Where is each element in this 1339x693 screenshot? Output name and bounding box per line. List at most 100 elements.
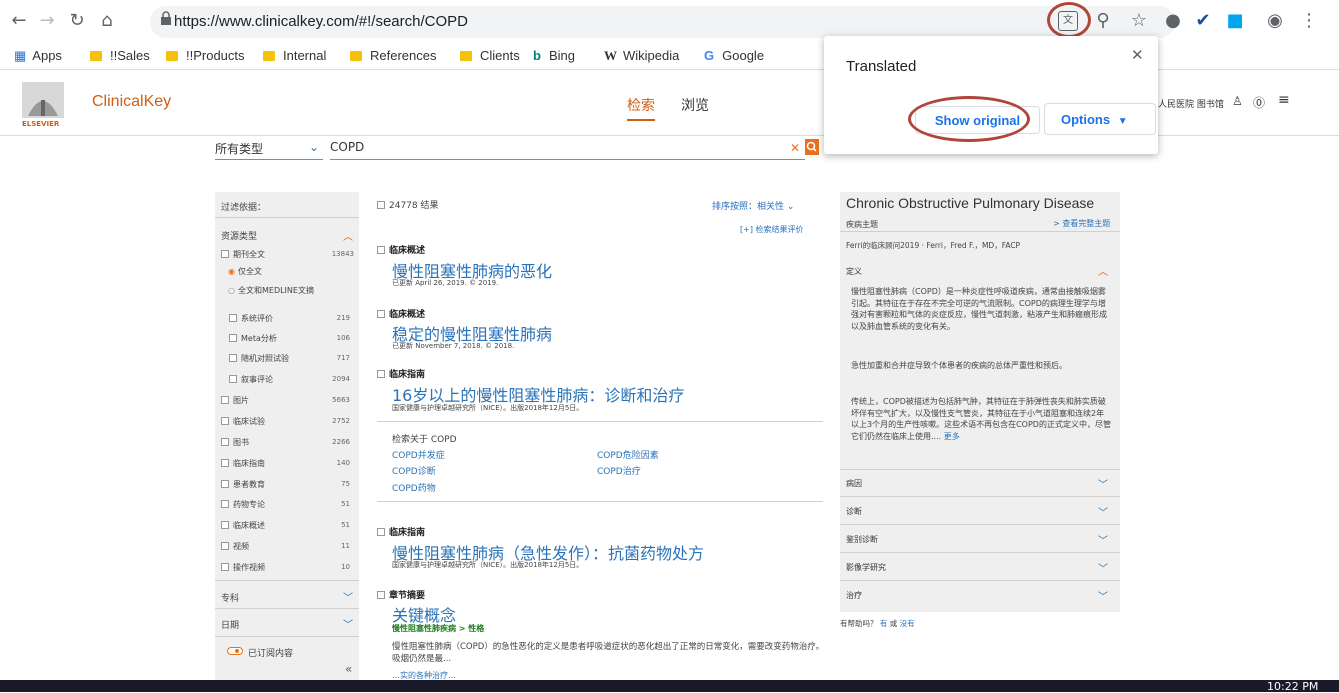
back-icon[interactable]: ← (6, 8, 32, 34)
bookmark-sales[interactable]: !!Sales (90, 47, 150, 65)
related-link[interactable]: COPD并发症 (392, 448, 445, 461)
checkbox[interactable] (221, 250, 229, 258)
chevron-down-icon[interactable]: ﹀ (1098, 476, 1108, 491)
checkbox[interactable] (377, 246, 385, 254)
bookmark-apps[interactable]: ▦ Apps (14, 47, 62, 65)
feedback-link[interactable]: [+] 检索结果评价 (740, 224, 804, 235)
chevron-up-icon[interactable]: ︿ (343, 228, 353, 243)
forward-icon[interactable]: → (34, 8, 60, 34)
filter-item[interactable]: Meta分析 (229, 333, 277, 344)
related-link[interactable]: COPD诊断 (392, 464, 436, 477)
bookmark-bing[interactable]: b Bing (533, 47, 575, 65)
filter-item[interactable]: 叙事评论 (229, 374, 273, 385)
extension-circle-icon[interactable]: ● (1160, 8, 1186, 34)
checkbox[interactable] (377, 201, 385, 209)
hamburger-icon[interactable]: ≡ (1278, 92, 1290, 108)
filter-radio-fulltext[interactable]: ◉ 仅全文 (228, 266, 262, 277)
type-select[interactable]: 所有类型 ⌄ (215, 140, 323, 160)
filter-item[interactable]: 视频 (221, 541, 249, 552)
nav-search[interactable]: 检索 (627, 95, 655, 121)
checkbox[interactable] (229, 375, 237, 383)
checkbox[interactable] (229, 334, 237, 342)
specialty-filter[interactable]: 专科 (221, 591, 239, 604)
folder-icon (90, 51, 102, 61)
home-icon[interactable]: ⌂ (94, 8, 120, 34)
filter-item[interactable]: 期刊全文 (221, 249, 265, 260)
chevron-down-icon[interactable]: ﹀ (1098, 588, 1108, 603)
bookmark-clients[interactable]: Clients (460, 47, 520, 65)
helpful-no-link[interactable]: 没有 (900, 619, 915, 628)
checkbox[interactable] (221, 417, 229, 425)
zoom-icon[interactable]: ⚲ (1090, 8, 1116, 34)
help-icon[interactable]: ⓪ (1253, 94, 1265, 111)
resource-type-header[interactable]: 资源类型 (221, 229, 257, 242)
bookmark-internal[interactable]: Internal (263, 47, 326, 65)
accordion-etiology[interactable]: 病因 (846, 478, 862, 489)
checkbox[interactable] (229, 354, 237, 362)
star-icon[interactable]: ☆ (1126, 8, 1152, 34)
collapse-panel-icon[interactable]: « (345, 662, 352, 676)
chevron-down-icon[interactable]: ﹀ (1098, 532, 1108, 547)
checkbox[interactable] (229, 314, 237, 322)
checkbox[interactable] (377, 370, 385, 378)
filter-radio-medline[interactable]: ○ 全文和MEDLINE文摘 (228, 285, 314, 296)
checkbox[interactable] (221, 521, 229, 529)
extension-check-icon[interactable]: ✔ (1190, 8, 1216, 34)
filter-item[interactable]: 临床概述 (221, 520, 265, 531)
related-link[interactable]: COPD治疗 (597, 464, 641, 477)
bookmark-wikipedia[interactable]: W Wikipedia (604, 47, 679, 65)
definition-header[interactable]: 定义 (846, 266, 862, 277)
nav-browse[interactable]: 浏览 (681, 95, 709, 115)
filter-item[interactable]: 随机对照试验 (229, 353, 289, 364)
filter-item[interactable]: 图书 (221, 437, 249, 448)
view-full-topic-link[interactable]: > 查看完整主题 (1053, 218, 1110, 229)
checkbox[interactable] (221, 396, 229, 404)
checkbox[interactable] (377, 310, 385, 318)
search-button[interactable] (805, 139, 819, 155)
account-icon[interactable]: ◉ (1262, 8, 1288, 34)
close-icon[interactable]: ✕ (1131, 46, 1144, 64)
bookmark-google[interactable]: G Google (704, 47, 764, 65)
checkbox[interactable] (221, 459, 229, 467)
related-link[interactable]: COPD药物 (392, 481, 436, 494)
helpful-yes-link[interactable]: 有 (880, 619, 888, 628)
filter-item[interactable]: 患者教育 (221, 479, 265, 490)
checkbox[interactable] (221, 542, 229, 550)
checkbox[interactable] (221, 563, 229, 571)
sort-select[interactable]: 排序按照：相关性 ⌄ (712, 199, 794, 212)
clinicalkey-logo[interactable]: ClinicalKey (92, 93, 171, 111)
search-input[interactable]: COPD (330, 140, 805, 160)
user-icon[interactable]: ♙ (1232, 94, 1243, 108)
checkbox[interactable] (377, 591, 385, 599)
filter-item[interactable]: 操作视频 (221, 562, 265, 573)
date-filter[interactable]: 日期 (221, 618, 239, 631)
more-link[interactable]: 更多 (944, 432, 960, 441)
chevron-down-icon[interactable]: ﹀ (1098, 504, 1108, 519)
checkbox[interactable] (221, 500, 229, 508)
filter-item[interactable]: 临床指南 (221, 458, 265, 469)
reload-icon[interactable]: ↻ (64, 8, 90, 34)
checkbox[interactable] (221, 480, 229, 488)
options-button[interactable]: Options ▼ (1044, 103, 1156, 135)
checkbox[interactable] (221, 438, 229, 446)
windows-icon[interactable]: ■ (1222, 8, 1248, 34)
accordion-diagnosis[interactable]: 诊断 (846, 506, 862, 517)
filter-item[interactable]: 图片 (221, 395, 249, 406)
accordion-differential[interactable]: 鉴别诊断 (846, 534, 878, 545)
related-link[interactable]: COPD危险因素 (597, 448, 659, 461)
chevron-down-icon[interactable]: ﹀ (343, 589, 353, 604)
filter-item[interactable]: 临床试验 (221, 416, 265, 427)
chevron-up-icon[interactable]: ︿ (1098, 263, 1108, 278)
checkbox[interactable] (377, 528, 385, 536)
accordion-treatment[interactable]: 治疗 (846, 590, 862, 601)
filter-item[interactable]: 系统评价 (229, 313, 273, 324)
clear-search-icon[interactable]: ✕ (790, 141, 800, 155)
bookmark-references[interactable]: References (350, 47, 436, 65)
chevron-down-icon[interactable]: ﹀ (343, 616, 353, 631)
chevron-down-icon[interactable]: ﹀ (1098, 560, 1108, 575)
accordion-imaging[interactable]: 影像学研究 (846, 562, 886, 573)
bookmark-products[interactable]: !!Products (166, 47, 245, 65)
menu-dots-icon[interactable]: ⋮ (1296, 8, 1322, 34)
subscribed-toggle[interactable] (227, 647, 243, 655)
filter-item[interactable]: 药物专论 (221, 499, 265, 510)
